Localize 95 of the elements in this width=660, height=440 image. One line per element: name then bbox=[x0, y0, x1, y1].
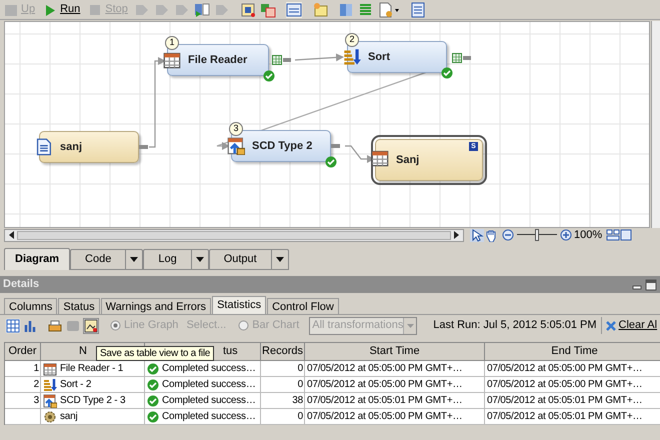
sort-icon bbox=[343, 48, 361, 66]
table-view-icon[interactable] bbox=[6, 318, 20, 332]
view-tab[interactable]: Log bbox=[143, 249, 209, 270]
print-icon[interactable] bbox=[48, 318, 62, 332]
step-number: 2 bbox=[345, 33, 359, 47]
sort-icon bbox=[43, 378, 57, 392]
table-cell: 0 bbox=[261, 409, 305, 425]
bar-chart-icon[interactable] bbox=[24, 318, 38, 332]
view-tab[interactable]: Code bbox=[70, 249, 144, 270]
clear-icon bbox=[604, 320, 617, 332]
maximize-icon[interactable] bbox=[645, 278, 657, 290]
table-cell-text: Completed success… bbox=[162, 362, 256, 376]
panel-icon[interactable] bbox=[410, 2, 426, 18]
overview-icon[interactable] bbox=[606, 229, 620, 241]
table-cell: 07/05/2012 at 05:05:00 PM GMT+… bbox=[485, 377, 660, 393]
port-stub bbox=[139, 145, 148, 149]
step-number: 3 bbox=[229, 122, 243, 136]
port-stub bbox=[331, 144, 340, 148]
details-tab[interactable]: Columns bbox=[4, 298, 58, 314]
radio-icon bbox=[110, 320, 121, 331]
radio-icon bbox=[238, 320, 250, 331]
view-tab[interactable]: Output bbox=[208, 249, 289, 270]
slider-thumb[interactable] bbox=[535, 229, 539, 241]
save-image-icon[interactable] bbox=[84, 318, 98, 332]
table-cell-text: Completed success… bbox=[162, 378, 256, 392]
table-cell: 07/05/2012 at 05:05:01 PM GMT+… bbox=[485, 393, 660, 409]
zoom-out-icon[interactable] bbox=[502, 229, 514, 241]
caret-icon bbox=[130, 257, 138, 262]
table-cell-text: sanj bbox=[60, 410, 78, 424]
check-icon bbox=[147, 410, 159, 422]
view-tab[interactable]: Diagram bbox=[4, 248, 70, 270]
step-run-icon[interactable] bbox=[194, 2, 210, 18]
play-icon bbox=[43, 2, 58, 16]
node-box[interactable]: Sort bbox=[347, 41, 447, 73]
table-cell: 07/05/2012 at 05:05:00 PM GMT+… bbox=[485, 361, 660, 377]
window-icon[interactable] bbox=[620, 229, 632, 241]
caret-icon bbox=[406, 324, 414, 328]
details-tab[interactable]: Control Flow bbox=[267, 298, 339, 314]
node-box[interactable]: SCD Type 2 bbox=[231, 130, 331, 162]
column-header[interactable]: Start Time bbox=[305, 343, 485, 361]
hand-icon[interactable] bbox=[484, 228, 498, 242]
details-tab[interactable]: Statistics bbox=[212, 296, 266, 314]
caret-icon bbox=[196, 257, 204, 262]
node-box[interactable]: sanj bbox=[39, 131, 139, 163]
vertical-scrollbar[interactable] bbox=[651, 21, 660, 228]
table-cell: 07/05/2012 at 05:05:00 PM GMT+… bbox=[305, 409, 485, 425]
run-button[interactable]: Run bbox=[41, 0, 82, 18]
table-cell: 0 bbox=[261, 361, 305, 377]
scroll-left-icon[interactable] bbox=[8, 231, 16, 239]
table-cell: 07/05/2012 at 05:05:01 PM GMT+… bbox=[485, 409, 660, 425]
details-header: Details bbox=[0, 276, 660, 293]
table-cell: 38 bbox=[261, 393, 305, 409]
connector-arrow bbox=[294, 53, 344, 62]
table-icon bbox=[227, 137, 245, 155]
table-cell-text: Sort - 2 bbox=[60, 378, 92, 392]
table-cell-text: SCD Type 2 - 3 bbox=[60, 394, 126, 408]
table-cell: 3 bbox=[5, 393, 41, 409]
zoom-in-icon[interactable] bbox=[560, 229, 572, 241]
pointer-icon[interactable] bbox=[470, 228, 484, 242]
table-icon bbox=[163, 51, 181, 69]
column-header[interactable]: Order bbox=[5, 343, 41, 361]
step-number: 1 bbox=[165, 36, 179, 50]
gear-icon bbox=[43, 410, 57, 424]
column-header[interactable]: Records bbox=[261, 343, 305, 361]
table-cell-text: File Reader - 1 bbox=[60, 362, 124, 376]
stop-icon bbox=[88, 2, 102, 16]
table-icon bbox=[43, 394, 57, 408]
table-icon bbox=[43, 362, 57, 376]
table-cell: 07/05/2012 at 05:05:00 PM GMT+… bbox=[305, 361, 485, 377]
table-cell-text: Completed success… bbox=[162, 394, 256, 408]
check-icon bbox=[147, 378, 159, 390]
node-box[interactable]: File Reader bbox=[167, 44, 269, 76]
table-cell: 1 bbox=[5, 361, 41, 377]
check-icon bbox=[147, 394, 159, 406]
horizontal-scrollbar[interactable] bbox=[4, 228, 464, 242]
caret-icon bbox=[276, 257, 284, 262]
table-cell-text: Completed success… bbox=[162, 410, 256, 424]
last-run-text: Last Run: Jul 5, 2012 5:05:01 PM bbox=[433, 318, 597, 334]
table-cell: 07/05/2012 at 05:05:00 PM GMT+… bbox=[305, 377, 485, 393]
check-icon bbox=[147, 362, 159, 374]
table-icon bbox=[371, 149, 389, 167]
zoom-slider[interactable] bbox=[517, 229, 557, 241]
table-cell: 07/05/2012 at 05:05:01 PM GMT+… bbox=[305, 393, 485, 409]
details-tab[interactable]: Status bbox=[58, 298, 100, 314]
table-cell: 2 bbox=[5, 377, 41, 393]
scrollbar-thumb[interactable] bbox=[17, 230, 451, 240]
scroll-right-icon[interactable] bbox=[452, 231, 460, 239]
note-icon[interactable] bbox=[312, 2, 328, 18]
tooltip: Save as table view to a file bbox=[96, 346, 214, 361]
details-tab[interactable]: Warnings and Errors bbox=[100, 298, 212, 314]
column-header[interactable]: End Time bbox=[485, 343, 660, 361]
table-cell: 0 bbox=[261, 377, 305, 393]
zoom-percent: 100% bbox=[574, 228, 602, 243]
document-icon bbox=[35, 138, 53, 156]
clear-button[interactable]: Clear Al bbox=[600, 317, 658, 334]
